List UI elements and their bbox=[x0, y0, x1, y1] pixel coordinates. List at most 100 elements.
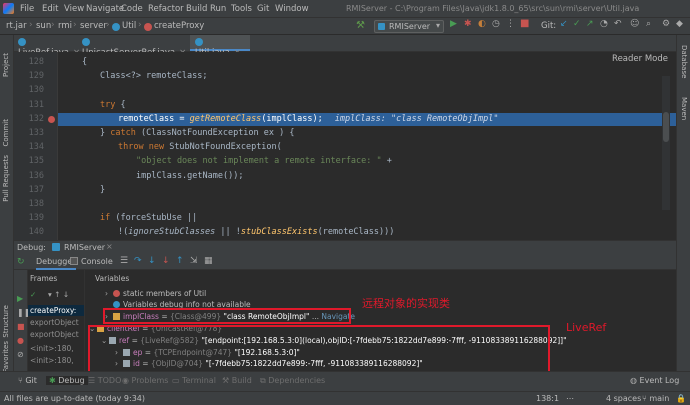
code-line: remoteClass = getRemoteClass(implClass);… bbox=[118, 113, 499, 124]
menu-run[interactable]: Run bbox=[210, 4, 226, 14]
project-tool-tab[interactable]: Project bbox=[2, 53, 10, 77]
debug-bug-icon: ✱ bbox=[49, 376, 56, 385]
step-over-icon[interactable]: ↷ bbox=[134, 256, 142, 266]
left-tool-strip: Project Commit Pull Requests Structure F… bbox=[0, 35, 14, 373]
tab-unicastserverref[interactable]: UnicastServerRef.java× bbox=[76, 35, 188, 58]
run-config-selector[interactable]: RMIServer ▾ bbox=[374, 20, 444, 33]
code-editor[interactable]: Reader Mode {Class<?> remoteClass; try {r… bbox=[58, 52, 676, 240]
tab-console[interactable]: Console bbox=[81, 257, 113, 266]
stop-icon[interactable]: ■ bbox=[17, 322, 25, 331]
step-into-icon[interactable]: ↓ bbox=[148, 256, 156, 266]
commit-tool-tab[interactable]: Commit bbox=[2, 119, 10, 147]
tool-tab-git[interactable]: ⑂ Git bbox=[18, 376, 37, 385]
maven-tool-tab[interactable]: Maven bbox=[680, 97, 688, 120]
thread-check-icon[interactable]: ✓ bbox=[30, 290, 36, 299]
indent-indicator[interactable]: 4 spaces bbox=[606, 394, 641, 403]
git-update-icon[interactable]: ↙ bbox=[560, 19, 568, 29]
var-static-row[interactable]: › static members of Util bbox=[105, 289, 206, 298]
debug-side-toolbar: ▶ ❚❚ ■ ● ⊘ bbox=[14, 270, 30, 371]
menu-window[interactable]: Window bbox=[275, 4, 309, 14]
tool-tab-label: TODO bbox=[97, 376, 122, 385]
menu-tools[interactable]: Tools bbox=[231, 4, 252, 14]
breadcrumb-server[interactable]: server bbox=[80, 21, 107, 31]
frame-item[interactable]: createProxy: bbox=[30, 306, 76, 315]
frame-item[interactable]: exportObject bbox=[30, 330, 79, 339]
menu-file[interactable]: File bbox=[20, 4, 34, 14]
tool-tab-todo[interactable]: ☰ TODO bbox=[88, 376, 121, 385]
evaluate-icon[interactable]: ▦ bbox=[204, 256, 213, 266]
variables-label: Variables bbox=[95, 274, 130, 283]
run-to-cursor-icon[interactable]: ⇲ bbox=[190, 256, 198, 266]
breakpoint-icon[interactable] bbox=[48, 116, 55, 123]
tool-tab-debug[interactable]: ✱ Debug bbox=[46, 376, 88, 385]
menu-build[interactable]: Build bbox=[186, 4, 207, 14]
step-out-icon[interactable]: ↑ bbox=[176, 256, 184, 266]
filter-icon[interactable]: ▾ ↑ ↓ bbox=[48, 290, 69, 299]
pull-requests-tool-tab[interactable]: Pull Requests bbox=[2, 155, 10, 202]
settings-gear-icon[interactable]: ⚙ bbox=[662, 19, 670, 29]
tool-tab-dependencies[interactable]: ⧉ Dependencies bbox=[260, 376, 325, 386]
more-run-icon[interactable]: ⋮ bbox=[506, 19, 515, 29]
breadcrumb-util[interactable]: Util bbox=[122, 21, 136, 31]
console-icon bbox=[70, 257, 78, 265]
line-number: 132 bbox=[28, 113, 44, 124]
cursor-position[interactable]: 138:1 bbox=[536, 394, 559, 403]
code-line: { bbox=[82, 57, 88, 67]
structure-tool-tab[interactable]: Structure bbox=[2, 305, 10, 338]
breadcrumb-method[interactable]: createProxy bbox=[154, 21, 204, 31]
run-icon[interactable]: ▶ bbox=[450, 19, 457, 29]
git-commit-icon[interactable]: ✓ bbox=[573, 19, 581, 29]
menu-navigate[interactable]: Navigate bbox=[86, 4, 124, 14]
git-branch-indicator[interactable]: ⑂ main bbox=[642, 394, 669, 403]
menu-refactor[interactable]: Refactor bbox=[148, 4, 184, 14]
rollback-icon[interactable]: ↶ bbox=[614, 19, 622, 29]
scrollbar-thumb[interactable] bbox=[663, 112, 669, 142]
breadcrumb-jar[interactable]: rt.jar bbox=[6, 21, 27, 31]
frame-item[interactable]: <init>:180, bbox=[30, 344, 74, 353]
code-line: throw new StubNotFoundException( bbox=[118, 142, 282, 153]
database-tool-tab[interactable]: Database bbox=[680, 45, 688, 78]
tab-util[interactable]: Util.java× bbox=[190, 35, 250, 58]
user-icon[interactable]: ☺ bbox=[630, 19, 639, 29]
debug-bug-icon[interactable]: ✱ bbox=[464, 19, 472, 29]
coverage-icon[interactable]: ◐ bbox=[478, 19, 486, 29]
right-tool-strip: Database Maven bbox=[676, 35, 690, 371]
frame-item[interactable]: <init>:180, bbox=[30, 356, 74, 365]
breadcrumb-sun[interactable]: sun bbox=[36, 21, 51, 31]
debug-session-tab[interactable]: RMIServer bbox=[64, 243, 105, 252]
layout-icon[interactable]: ☰ bbox=[120, 256, 128, 266]
breakpoints-icon[interactable]: ● bbox=[17, 336, 24, 345]
tool-tab-build[interactable]: ⚒ Build bbox=[222, 376, 252, 385]
annotation-box-implclass bbox=[103, 308, 351, 324]
editor-scrollbar[interactable] bbox=[662, 76, 670, 210]
line-number: 140 bbox=[28, 227, 44, 238]
line-separator-indicator[interactable]: ⋯ bbox=[566, 394, 574, 403]
editor-tab-bar: LiveRef.java× UnicastServerRef.java× Uti… bbox=[14, 35, 676, 58]
stop-icon[interactable]: ■ bbox=[520, 18, 529, 29]
breadcrumb-rmi[interactable]: rmi bbox=[58, 21, 72, 31]
chevron-right-icon[interactable]: › bbox=[105, 289, 113, 298]
code-line: if (forceStubUse || bbox=[100, 213, 198, 224]
reader-mode-toggle[interactable]: Reader Mode bbox=[612, 54, 668, 64]
build-hammer-icon[interactable]: ⚒ bbox=[356, 20, 365, 31]
event-log-button[interactable]: ◍ Event Log bbox=[630, 376, 679, 385]
line-number: 138 bbox=[28, 199, 44, 209]
tool-tab-problems[interactable]: ◉ Problems bbox=[122, 376, 168, 385]
search-icon[interactable]: ⌕ bbox=[646, 19, 651, 29]
git-history-icon[interactable]: ◔ bbox=[600, 19, 608, 29]
menu-code[interactable]: Code bbox=[121, 4, 143, 14]
frame-item[interactable]: exportObject bbox=[30, 318, 79, 327]
git-push-icon[interactable]: ↗ bbox=[586, 19, 594, 29]
profile-icon[interactable]: ◷ bbox=[492, 19, 500, 29]
menu-git[interactable]: Git bbox=[257, 4, 269, 14]
menu-edit[interactable]: Edit bbox=[42, 4, 58, 14]
force-step-into-icon[interactable]: ↓ bbox=[162, 256, 170, 266]
menu-view[interactable]: View bbox=[64, 4, 84, 14]
mute-breakpoints-icon[interactable]: ⊘ bbox=[17, 350, 24, 359]
tab-liveref[interactable]: LiveRef.java× bbox=[14, 35, 80, 58]
resume-icon[interactable]: ▶ bbox=[17, 294, 23, 303]
close-icon[interactable]: × bbox=[106, 242, 113, 251]
tool-tab-terminal[interactable]: ▭ Terminal bbox=[172, 376, 216, 385]
rerun-icon[interactable]: ↻ bbox=[17, 257, 25, 267]
favorites-tool-tab[interactable]: Favorites bbox=[2, 341, 10, 373]
